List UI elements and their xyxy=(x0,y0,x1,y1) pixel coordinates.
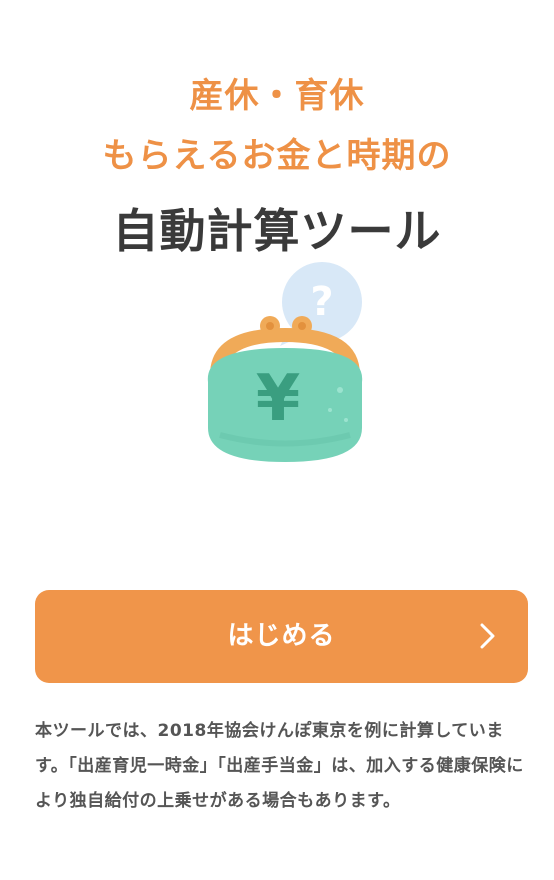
coin-purse-yen-icon: ? ¥ xyxy=(207,262,363,462)
disclaimer-text: 本ツールでは、2018年協会けんぽ東京を例に計算しています。「出産育児一時金」「… xyxy=(35,721,524,811)
title-line-1: 産休・育休 xyxy=(189,76,365,116)
title-line-2: もらえるお金と時期の xyxy=(102,136,452,176)
start-button[interactable]: はじめる xyxy=(35,590,528,683)
page-title: 自動計算ツール xyxy=(112,204,442,258)
coin-purse-illustration: ? ¥ xyxy=(190,260,380,470)
question-mark: ? xyxy=(310,279,333,325)
yen-symbol: ¥ xyxy=(256,362,301,436)
chevron-right-icon xyxy=(472,621,502,651)
start-button-label: はじめる xyxy=(227,621,336,651)
